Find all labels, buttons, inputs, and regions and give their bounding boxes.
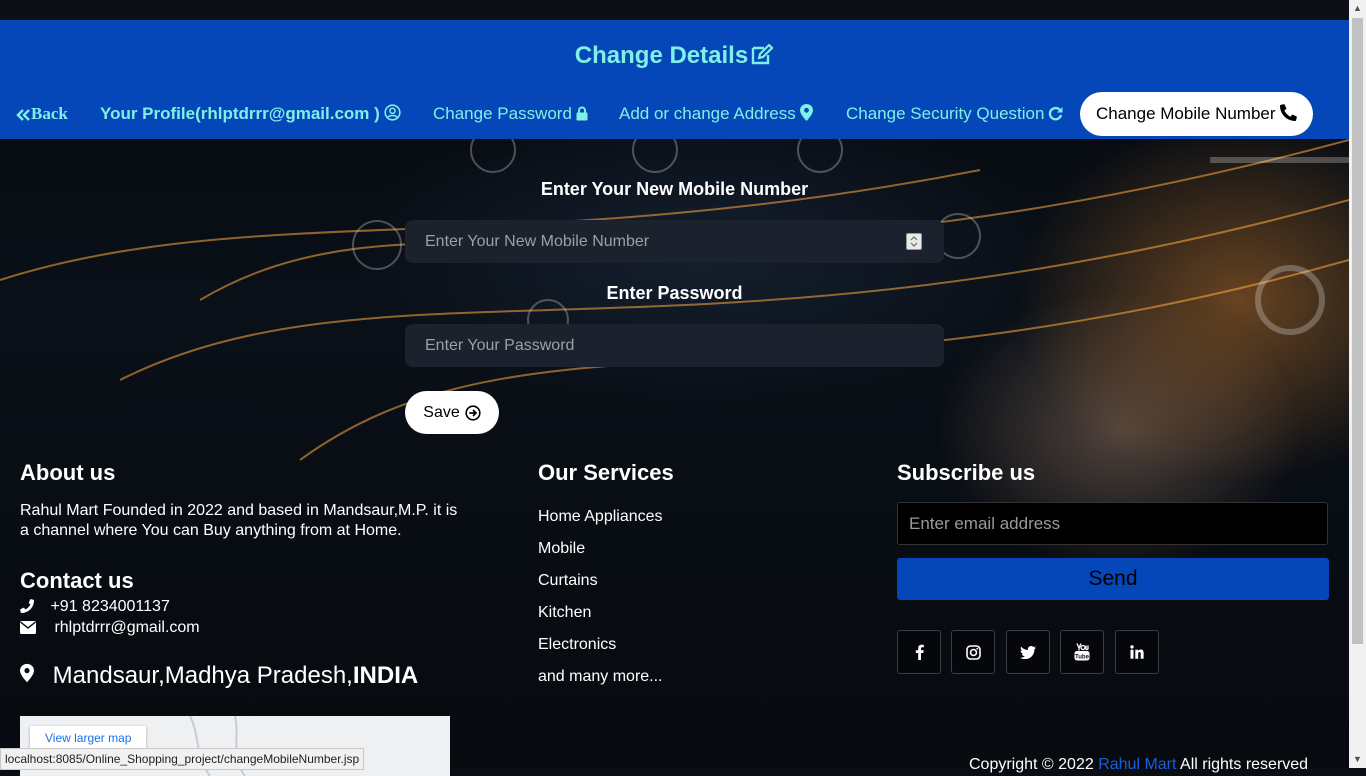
youtube-button[interactable]: Tube [1060, 630, 1104, 674]
browser-status-bar: localhost:8085/Online_Shopping_project/c… [0, 748, 365, 770]
contact-heading: Contact us [20, 568, 134, 593]
double-chevron-left-icon [16, 109, 30, 121]
facebook-button[interactable] [897, 630, 941, 674]
refresh-icon [1049, 106, 1063, 121]
contact-phone-text: +91 8234001137 [50, 598, 170, 615]
contact-email-text: rhlptdrrr@gmail.com [54, 619, 200, 636]
send-button[interactable]: Send [897, 558, 1329, 600]
page-title: Change Details [0, 42, 1349, 70]
subscribe-email-input[interactable] [897, 502, 1328, 545]
back-label: Back [31, 104, 68, 123]
nav-security-question[interactable]: Change Security Question [846, 94, 1063, 138]
about-heading: About us [20, 460, 116, 485]
save-button[interactable]: Save [405, 391, 499, 434]
scroll-up-arrow-icon[interactable]: ▲ [1349, 0, 1366, 17]
subscribe-heading: Subscribe us [897, 460, 1036, 485]
mobile-number-input[interactable] [405, 220, 944, 263]
twitter-icon [1020, 645, 1036, 659]
number-spinner[interactable] [906, 233, 922, 250]
about-text: Rahul Mart Founded in 2022 and based in … [20, 502, 458, 539]
user-circle-icon [384, 104, 401, 121]
service-link[interactable]: and many more... [538, 668, 663, 686]
contact-address: Mandsaur,Madhya Pradesh,INDIA [20, 662, 418, 690]
linkedin-button[interactable] [1115, 630, 1159, 674]
scroll-down-arrow-icon[interactable]: ▼ [1349, 751, 1366, 768]
password-label: Enter Password [606, 283, 743, 303]
service-link[interactable]: Electronics [538, 636, 616, 654]
youtube-icon: Tube [1074, 643, 1090, 661]
service-link[interactable]: Home Appliances [538, 508, 663, 526]
svg-text:Tube: Tube [1075, 655, 1090, 661]
nav-mobile-number-label: Change Mobile Number [1096, 104, 1276, 123]
phone-icon [1279, 104, 1297, 121]
service-link[interactable]: Curtains [538, 572, 598, 590]
address-text: Mandsaur,Madhya Pradesh, [52, 662, 353, 689]
arrow-circle-right-icon [465, 404, 481, 421]
nav-change-password-label: Change Password [433, 104, 572, 123]
service-link[interactable]: Mobile [538, 540, 585, 558]
copyright-prefix: Copyright © 2022 [969, 756, 1099, 773]
page-title-text: Change Details [574, 42, 749, 69]
header: Change Details Back Your Profile(rhlptdr… [0, 20, 1349, 139]
address-country: INDIA [352, 662, 419, 689]
mobile-number-label: Enter Your New Mobile Number [540, 179, 809, 199]
password-input[interactable] [405, 324, 944, 367]
contact-email: rhlptdrrr@gmail.com [20, 619, 200, 637]
twitter-button[interactable] [1006, 630, 1050, 674]
linkedin-icon [1130, 645, 1144, 659]
phone-icon [20, 599, 34, 613]
instagram-button[interactable] [951, 630, 995, 674]
nav-profile[interactable]: Your Profile(rhlptdrrr@gmail.com ) [100, 94, 401, 138]
nav-address[interactable]: Add or change Address [619, 94, 813, 138]
scrollbar-thumb[interactable] [1352, 18, 1363, 644]
nav-profile-label: Your Profile(rhlptdrrr@gmail.com ) [100, 104, 380, 123]
details-nav: Back Your Profile(rhlptdrrr@gmail.com ) … [0, 92, 1349, 138]
services-heading: Our Services [538, 460, 674, 485]
spinner-arrows-icon [910, 236, 918, 247]
view-larger-map-link[interactable]: View larger map [30, 726, 147, 750]
copyright: Copyright © 2022 Rahul Mart All rights r… [969, 756, 1308, 774]
copyright-brand-link[interactable]: Rahul Mart [1098, 756, 1176, 773]
envelope-icon [20, 621, 36, 634]
facebook-icon [915, 644, 924, 660]
top-strip [0, 0, 1349, 20]
nav-address-label: Add or change Address [619, 104, 796, 123]
edit-icon [751, 43, 774, 65]
instagram-icon [965, 644, 981, 660]
nav-security-question-label: Change Security Question [846, 104, 1045, 123]
service-link[interactable]: Kitchen [538, 604, 591, 622]
map-marker-icon [799, 104, 813, 121]
copyright-suffix: All rights reserved [1176, 756, 1309, 773]
nav-change-password[interactable]: Change Password [433, 94, 588, 138]
save-button-label: Save [423, 403, 460, 421]
nav-mobile-number[interactable]: Change Mobile Number [1080, 92, 1313, 136]
lock-icon [576, 106, 588, 121]
contact-phone: +91 8234001137 [20, 598, 170, 616]
back-link[interactable]: Back [16, 94, 68, 138]
map-marker-icon [20, 663, 34, 683]
